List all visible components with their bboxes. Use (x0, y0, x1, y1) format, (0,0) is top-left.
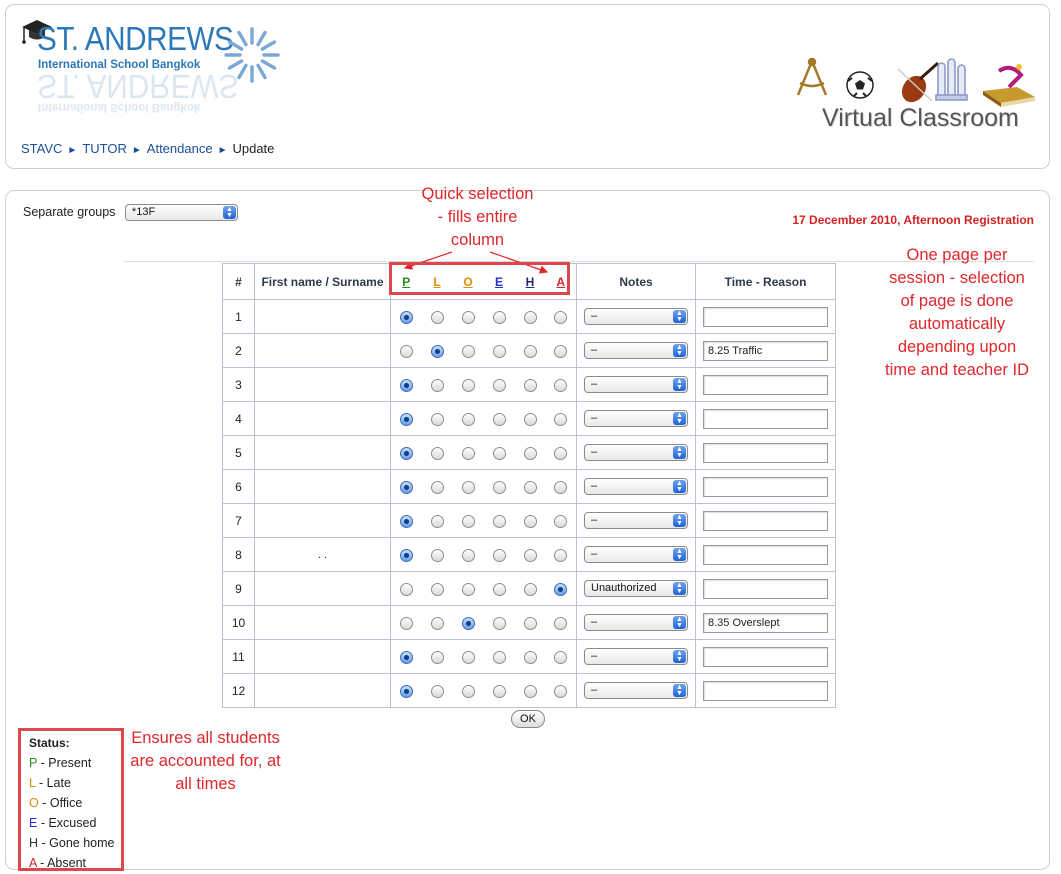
quick-selection-highlight (389, 262, 570, 295)
annotation-ensures: Ensures all students are accounted for, … (130, 729, 281, 793)
annotation-one-page: One page per session - selection of page… (885, 246, 1029, 379)
